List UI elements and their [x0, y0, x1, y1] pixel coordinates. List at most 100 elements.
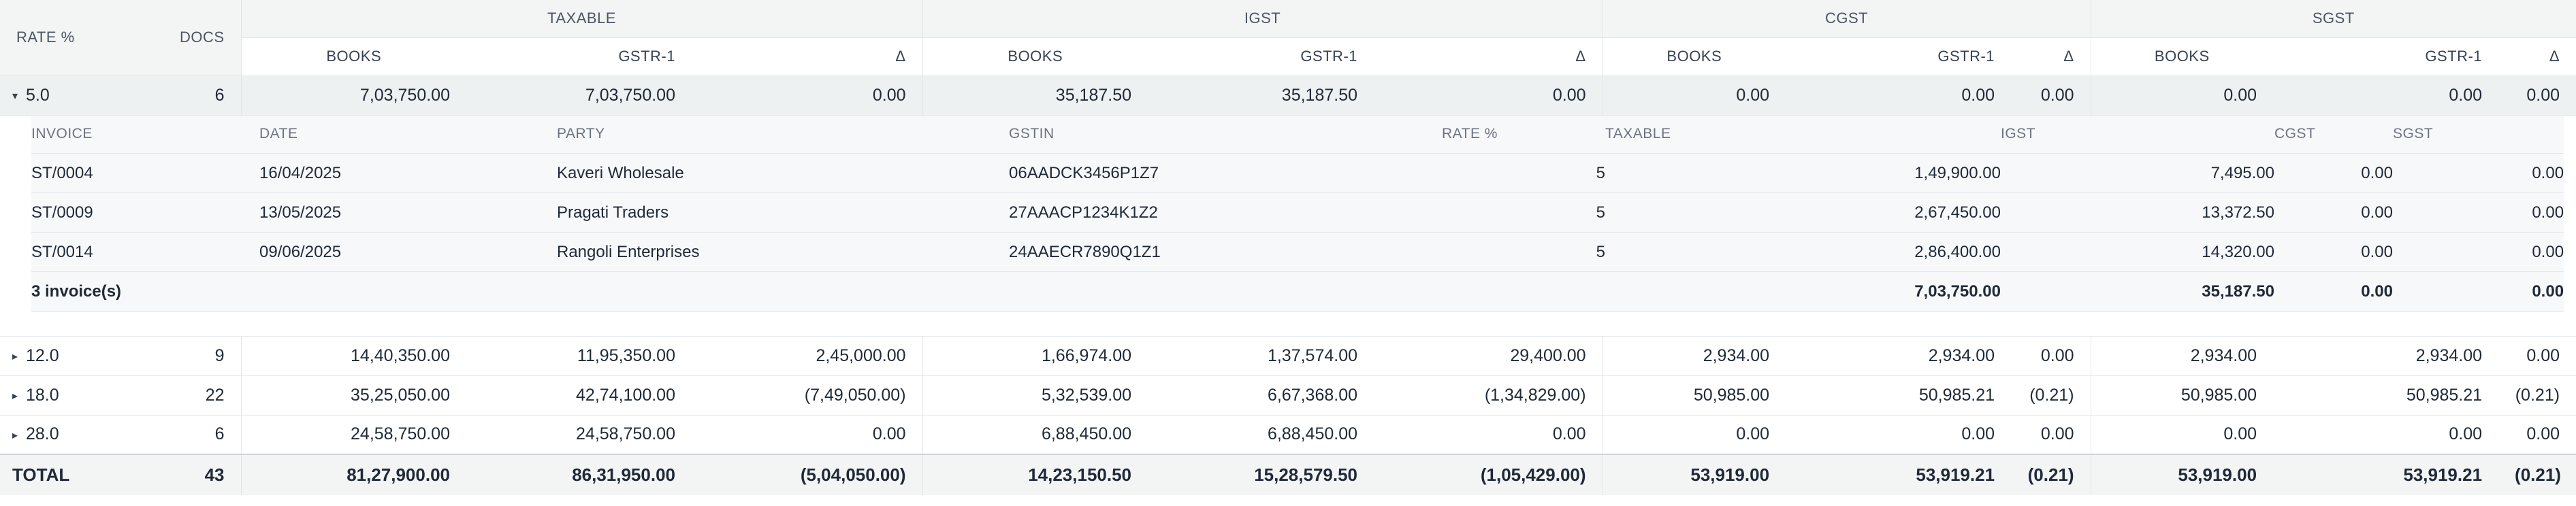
- igst-gstr1-cell: 35,187.50: [1148, 75, 1374, 116]
- igst-gstr1-cell: 6,67,368.00: [1148, 375, 1374, 416]
- invoice-sgst: 0.00: [2393, 192, 2564, 233]
- igst-books-cell: 6,88,450.00: [922, 415, 1148, 455]
- invoice-taxable: 2,86,400.00: [1605, 232, 2001, 272]
- taxable-gstr1-cell: 11,95,350.00: [466, 336, 692, 376]
- total-taxable-delta: (5,04,050.00): [692, 454, 923, 495]
- rate-cell[interactable]: ▾ 5.0: [0, 75, 143, 116]
- invoice-sgst: 0.00: [2393, 153, 2564, 193]
- invoice-row[interactable]: ST/0009 13/05/2025 Pragati Traders 27AAA…: [31, 192, 2564, 233]
- invoice-number[interactable]: ST/0014: [31, 232, 259, 272]
- invoice-party: Kaveri Wholesale: [557, 153, 1009, 193]
- taxable-books-header[interactable]: BOOKS: [240, 37, 466, 76]
- taxable-delta-header[interactable]: Δ: [692, 37, 923, 76]
- rate-row-18[interactable]: ▸ 18.0 22 35,25,050.00 42,74,100.00 (7,49…: [0, 375, 2576, 416]
- invoice-taxable: 2,67,450.00: [1605, 192, 2001, 233]
- cgst-col-header: CGST: [2274, 115, 2393, 154]
- footer-taxable: 7,03,750.00: [1605, 271, 2001, 311]
- rate-row-5[interactable]: ▾ 5.0 6 7,03,750.00 7,03,750.00 0.00 35,1…: [0, 75, 2576, 116]
- invoice-taxable: 1,49,900.00: [1605, 153, 2001, 193]
- invoice-number[interactable]: ST/0004: [31, 153, 259, 193]
- total-taxable-books: 81,27,900.00: [240, 454, 466, 495]
- invoice-rate: 5: [1442, 192, 1605, 233]
- rate-cell[interactable]: ▸ 18.0: [0, 375, 143, 416]
- igst-books-cell: 5,32,539.00: [922, 375, 1148, 416]
- header-group-row: RATE % DOCS TAXABLE IGST CGST SGST: [0, 0, 2576, 76]
- invoice-party: Rangoli Enterprises: [557, 232, 1009, 272]
- caret-down-icon[interactable]: ▾: [12, 89, 26, 103]
- sgst-gstr1-cell: 0.00: [2273, 75, 2499, 116]
- sgst-books-header[interactable]: BOOKS: [2090, 37, 2274, 76]
- cgst-delta-header[interactable]: Δ: [2011, 37, 2091, 76]
- caret-right-icon[interactable]: ▸: [12, 350, 26, 363]
- rate-cell[interactable]: ▸ 12.0: [0, 336, 143, 376]
- invoice-rate: 5: [1442, 232, 1605, 272]
- invoice-header-row: INVOICE DATE PARTY GSTIN RATE % TAXABLE …: [31, 115, 2564, 154]
- rate-row-12[interactable]: ▸ 12.0 9 14,40,350.00 11,95,350.00 2,45,0…: [0, 336, 2576, 376]
- taxable-delta-cell: (7,49,050.00): [692, 375, 923, 416]
- sgst-books-cell: 0.00: [2090, 415, 2274, 455]
- cgst-books-cell: 50,985.00: [1602, 375, 1786, 416]
- invoice-sgst: 0.00: [2393, 232, 2564, 272]
- cgst-books-header[interactable]: BOOKS: [1602, 37, 1786, 76]
- taxable-gstr1-header[interactable]: GSTR-1: [466, 37, 692, 76]
- invoice-igst: 14,320.00: [2001, 232, 2274, 272]
- invoice-number[interactable]: ST/0009: [31, 192, 259, 233]
- rate-value: 12.0: [26, 345, 59, 365]
- rate-row-28[interactable]: ▸ 28.0 6 24,58,750.00 24,58,750.00 0.00 6…: [0, 415, 2576, 455]
- footer-igst: 35,187.50: [2001, 271, 2274, 311]
- cgst-gstr1-cell: 50,985.21: [1786, 375, 2012, 416]
- rate-column-header[interactable]: RATE %: [0, 0, 143, 76]
- invoice-cgst: 0.00: [2274, 232, 2393, 272]
- igst-delta-cell: 29,400.00: [1374, 336, 1603, 376]
- footer-sgst: 0.00: [2393, 271, 2564, 311]
- igst-delta-cell: 0.00: [1374, 75, 1603, 116]
- invoice-col-header: INVOICE: [31, 115, 259, 154]
- header-sub-row: BOOKS GSTR-1 Δ BOOKS GSTR-1 Δ BOOKS GSTR…: [0, 37, 2576, 76]
- invoice-detail-table: INVOICE DATE PARTY GSTIN RATE % TAXABLE …: [31, 115, 2564, 311]
- igst-delta-header[interactable]: Δ: [1374, 37, 1603, 76]
- invoice-detail-row: INVOICE DATE PARTY GSTIN RATE % TAXABLE …: [0, 115, 2576, 320]
- invoice-footer-row: 3 invoice(s) 7,03,750.00 35,187.50 0.00 …: [31, 271, 2564, 311]
- total-docs: 43: [143, 454, 241, 495]
- igst-delta-cell: 0.00: [1374, 415, 1603, 455]
- sgst-gstr1-cell: 0.00: [2273, 415, 2499, 455]
- cgst-gstr1-cell: 2,934.00: [1786, 336, 2012, 376]
- caret-right-icon[interactable]: ▸: [12, 389, 26, 403]
- taxable-delta-cell: 0.00: [692, 75, 923, 116]
- cgst-delta-cell: 0.00: [2011, 75, 2091, 116]
- total-label: TOTAL: [0, 454, 143, 495]
- taxable-delta-cell: 2,45,000.00: [692, 336, 923, 376]
- total-taxable-gstr1: 86,31,950.00: [466, 454, 692, 495]
- invoice-party: Pragati Traders: [557, 192, 1009, 233]
- sgst-gstr1-header[interactable]: GSTR-1: [2273, 37, 2499, 76]
- spacer-row: [0, 320, 2576, 337]
- sgst-delta-cell: 0.00: [2498, 75, 2576, 116]
- invoice-row[interactable]: ST/0004 16/04/2025 Kaveri Wholesale 06AA…: [31, 153, 2564, 193]
- cgst-gstr1-cell: 0.00: [1786, 75, 2012, 116]
- invoice-row[interactable]: ST/0014 09/06/2025 Rangoli Enterprises 2…: [31, 232, 2564, 272]
- igst-books-cell: 1,66,974.00: [922, 336, 1148, 376]
- igst-delta-cell: (1,34,829.00): [1374, 375, 1603, 416]
- cgst-books-cell: 0.00: [1602, 415, 1786, 455]
- invoice-cgst: 0.00: [2274, 192, 2393, 233]
- sgst-gstr1-cell: 2,934.00: [2273, 336, 2499, 376]
- docs-column-header[interactable]: DOCS: [143, 0, 241, 76]
- sgst-books-cell: 2,934.00: [2090, 336, 2274, 376]
- sgst-gstr1-cell: 50,985.21: [2273, 375, 2499, 416]
- invoice-date: 13/05/2025: [259, 192, 557, 233]
- invoice-gstin: 06AADCK3456P1Z7: [1009, 153, 1442, 193]
- igst-col-header: IGST: [2001, 115, 2274, 154]
- invoice-gstin: 27AAACP1234K1Z2: [1009, 192, 1442, 233]
- sgst-delta-header[interactable]: Δ: [2498, 37, 2576, 76]
- cgst-delta-cell: 0.00: [2011, 336, 2091, 376]
- taxable-books-cell: 24,58,750.00: [240, 415, 466, 455]
- invoice-igst: 7,495.00: [2001, 153, 2274, 193]
- igst-gstr1-header[interactable]: GSTR-1: [1148, 37, 1374, 76]
- cgst-gstr1-cell: 0.00: [1786, 415, 2012, 455]
- caret-right-icon[interactable]: ▸: [12, 428, 26, 442]
- cgst-gstr1-header[interactable]: GSTR-1: [1786, 37, 2012, 76]
- total-cgst-gstr1: 53,919.21: [1786, 454, 2012, 495]
- rate-cell[interactable]: ▸ 28.0: [0, 415, 143, 455]
- igst-books-header[interactable]: BOOKS: [922, 37, 1148, 76]
- invoice-rate: 5: [1442, 153, 1605, 193]
